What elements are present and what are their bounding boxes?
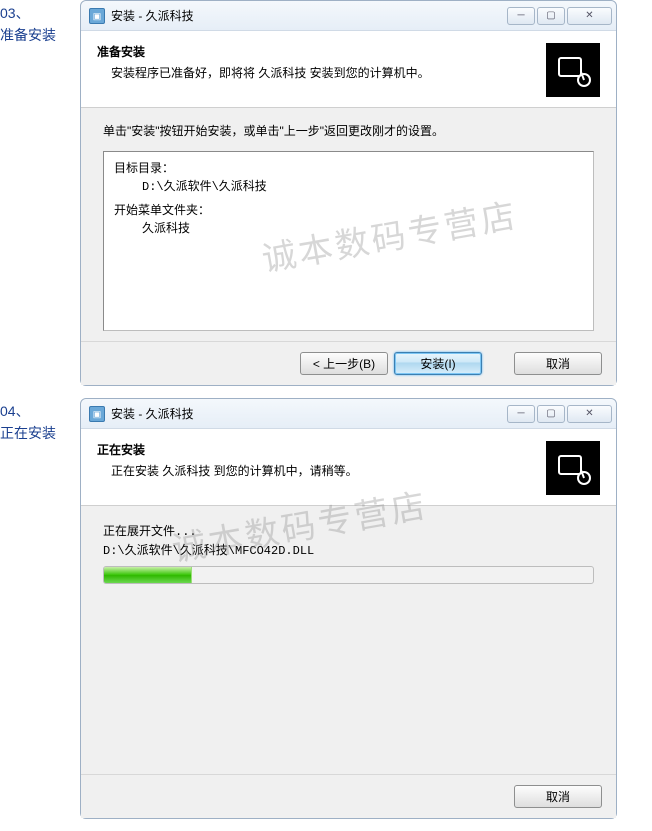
extracting-path: D:\久派软件\久派科技\MFCO42D.DLL bbox=[103, 541, 594, 558]
window-controls: ─ ▢ ✕ bbox=[507, 7, 612, 25]
header-subtitle: 安装程序已准备好，即将将 久派科技 安装到您的计算机中。 bbox=[97, 64, 536, 81]
installer-icon bbox=[546, 441, 600, 495]
step-number: 04、 bbox=[0, 400, 80, 422]
header-text: 正在安装 正在安装 久派科技 到您的计算机中，请稍等。 bbox=[97, 441, 536, 495]
start-menu-name: 久派科技 bbox=[114, 220, 583, 238]
summary-box[interactable]: 目标目录： D:\久派软件\久派科技 开始菜单文件夹： 久派科技 bbox=[103, 151, 594, 331]
header-text: 准备安装 安装程序已准备好，即将将 久派科技 安装到您的计算机中。 bbox=[97, 43, 536, 97]
step-name: 正在安装 bbox=[0, 422, 80, 444]
installer-icon bbox=[546, 43, 600, 97]
minimize-button[interactable]: ─ bbox=[507, 405, 535, 423]
install-button[interactable]: 安装(I) bbox=[394, 352, 482, 375]
step-name: 准备安装 bbox=[0, 24, 80, 46]
wizard-content: 单击"安装"按钮开始安装，或单击"上一步"返回更改刚才的设置。 目标目录： D:… bbox=[81, 108, 616, 341]
wizard-header: 准备安装 安装程序已准备好，即将将 久派科技 安装到您的计算机中。 bbox=[81, 31, 616, 108]
titlebar: ▣ 安装 - 久派科技 ─ ▢ ✕ bbox=[81, 399, 616, 429]
maximize-button[interactable]: ▢ bbox=[537, 7, 565, 25]
window-title: 安装 - 久派科技 bbox=[111, 405, 507, 422]
wizard-footer: 取消 bbox=[81, 774, 616, 818]
progress-bar bbox=[103, 566, 594, 584]
dest-dir-path: D:\久派软件\久派科技 bbox=[114, 178, 583, 196]
minimize-button[interactable]: ─ bbox=[507, 7, 535, 25]
back-button[interactable]: < 上一步(B) bbox=[300, 352, 388, 375]
cancel-button[interactable]: 取消 bbox=[514, 785, 602, 808]
maximize-button[interactable]: ▢ bbox=[537, 405, 565, 423]
header-title: 准备安装 bbox=[97, 43, 536, 60]
extracting-label: 正在展开文件... bbox=[103, 522, 594, 539]
installer-window: ▣ 安装 - 久派科技 ─ ▢ ✕ 准备安装 安装程序已准备好，即将将 久派科技… bbox=[80, 0, 617, 386]
header-title: 正在安装 bbox=[97, 441, 536, 458]
cancel-button[interactable]: 取消 bbox=[514, 352, 602, 375]
close-button[interactable]: ✕ bbox=[567, 405, 612, 423]
app-icon: ▣ bbox=[89, 406, 105, 422]
titlebar: ▣ 安装 - 久派科技 ─ ▢ ✕ bbox=[81, 1, 616, 31]
installer-window: ▣ 安装 - 久派科技 ─ ▢ ✕ 正在安装 正在安装 久派科技 到您的计算机中… bbox=[80, 398, 617, 819]
header-subtitle: 正在安装 久派科技 到您的计算机中，请稍等。 bbox=[97, 462, 536, 479]
app-icon: ▣ bbox=[89, 8, 105, 24]
start-menu-label: 开始菜单文件夹： bbox=[114, 202, 583, 220]
step-number: 03、 bbox=[0, 2, 80, 24]
step-label: 03、 准备安装 bbox=[0, 0, 80, 386]
instruction-text: 单击"安装"按钮开始安装，或单击"上一步"返回更改刚才的设置。 bbox=[103, 122, 594, 139]
wizard-header: 正在安装 正在安装 久派科技 到您的计算机中，请稍等。 bbox=[81, 429, 616, 506]
dest-dir-label: 目标目录： bbox=[114, 160, 583, 178]
step-label: 04、 正在安装 bbox=[0, 398, 80, 819]
wizard-footer: < 上一步(B) 安装(I) 取消 bbox=[81, 341, 616, 385]
step-03: 03、 准备安装 ▣ 安装 - 久派科技 ─ ▢ ✕ 准备安装 安装程序已准备好… bbox=[0, 0, 652, 386]
close-button[interactable]: ✕ bbox=[567, 7, 612, 25]
window-title: 安装 - 久派科技 bbox=[111, 7, 507, 24]
progress-fill bbox=[104, 567, 192, 583]
step-04: 04、 正在安装 ▣ 安装 - 久派科技 ─ ▢ ✕ 正在安装 正在安装 久派科… bbox=[0, 398, 652, 819]
wizard-content: 正在展开文件... D:\久派软件\久派科技\MFCO42D.DLL bbox=[81, 506, 616, 774]
window-controls: ─ ▢ ✕ bbox=[507, 405, 612, 423]
